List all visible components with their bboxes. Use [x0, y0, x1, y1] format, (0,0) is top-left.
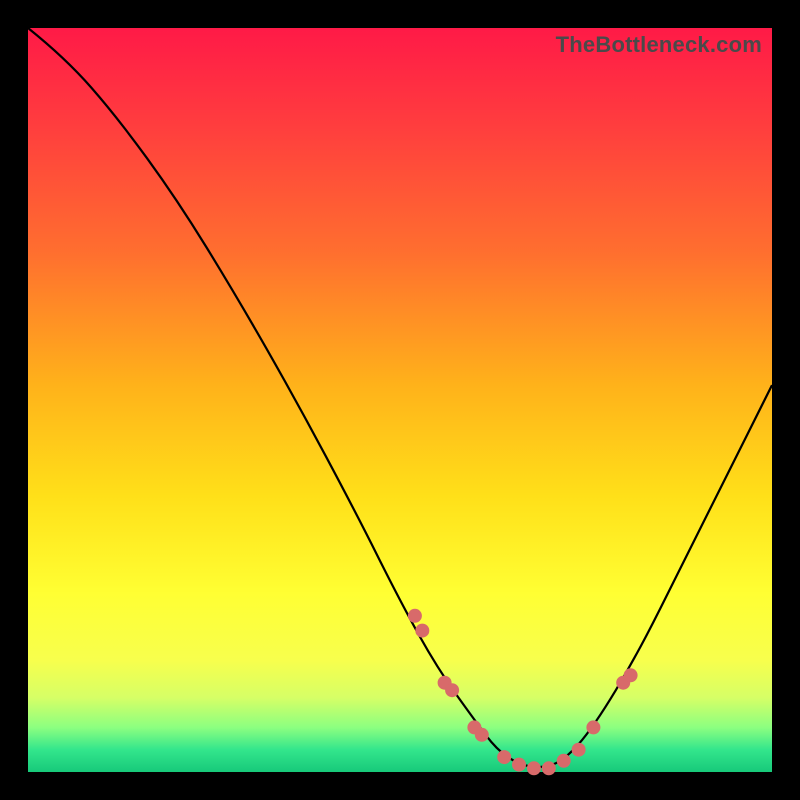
- marker-dot: [586, 720, 600, 734]
- marker-dot: [408, 609, 422, 623]
- marker-dot: [624, 668, 638, 682]
- marker-dot: [512, 758, 526, 772]
- marker-dot: [557, 754, 571, 768]
- marker-dot: [475, 728, 489, 742]
- watermark-text: TheBottleneck.com: [556, 32, 762, 58]
- marker-dot: [542, 761, 556, 775]
- marker-dot: [415, 624, 429, 638]
- marker-dot: [527, 761, 541, 775]
- chart-plot-area: TheBottleneck.com: [28, 28, 772, 772]
- marker-dot: [497, 750, 511, 764]
- chart-svg: [28, 28, 772, 772]
- highlight-dots: [408, 609, 638, 776]
- bottleneck-curve: [28, 28, 772, 767]
- marker-dot: [445, 683, 459, 697]
- chart-frame: TheBottleneck.com: [0, 0, 800, 800]
- marker-dot: [572, 743, 586, 757]
